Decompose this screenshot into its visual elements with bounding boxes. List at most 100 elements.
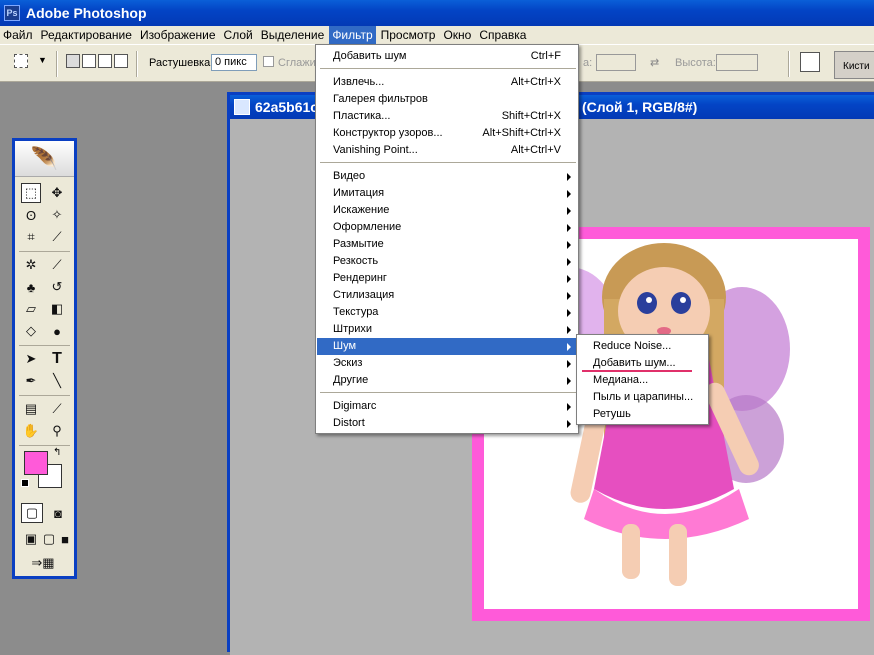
line-icon[interactable]: ╲ <box>47 371 67 391</box>
hand-icon[interactable]: ✋ <box>21 421 41 441</box>
divider <box>19 445 70 446</box>
submenu-arrow-icon <box>567 173 571 181</box>
crop-icon[interactable]: ⌗ <box>21 227 41 247</box>
screen-mode-full-icon[interactable]: ■ <box>55 529 75 549</box>
filter-liquify[interactable]: Пластика... Shift+Ctrl+X <box>317 108 577 125</box>
submenu-arrow-icon <box>567 207 571 215</box>
eraser-icon[interactable]: ▱ <box>21 299 41 319</box>
filter-stylize[interactable]: Стилизация <box>317 287 577 304</box>
intersect-selection-icon[interactable] <box>114 54 128 68</box>
noise-dust-scratches[interactable]: Пыль и царапины... <box>578 389 707 406</box>
path-select-icon[interactable]: ➤ <box>21 349 41 369</box>
height-input[interactable] <box>716 54 758 71</box>
antialias-checkbox[interactable] <box>263 56 274 67</box>
filter-texture[interactable]: Текстура <box>317 304 577 321</box>
dodge-icon[interactable]: ● <box>47 321 67 341</box>
quick-mask-icon[interactable]: ◙ <box>47 503 69 523</box>
filter-last-add-noise[interactable]: Добавить шум Ctrl+F <box>317 48 577 65</box>
jump-to-imageready-icon[interactable]: ⇒▦ <box>25 553 61 573</box>
divider <box>19 345 70 346</box>
filter-sketch[interactable]: Эскиз <box>317 355 577 372</box>
marquee-icon[interactable]: ⬚ <box>21 183 41 203</box>
noise-despeckle[interactable]: Ретушь <box>578 406 707 423</box>
history-brush-icon[interactable]: ↺ <box>47 277 67 297</box>
menu-window[interactable]: Окно <box>440 26 474 44</box>
filter-render[interactable]: Рендеринг <box>317 270 577 287</box>
filter-digimarc[interactable]: Digimarc <box>317 398 577 415</box>
noise-median[interactable]: Медиана... <box>578 372 707 389</box>
divider <box>19 251 70 252</box>
app-title: Adobe Photoshop <box>26 5 147 21</box>
filter-design[interactable]: Оформление <box>317 219 577 236</box>
type-icon[interactable]: T <box>47 349 67 369</box>
filter-distort[interactable]: Искажение <box>317 202 577 219</box>
healing-icon[interactable]: ✲ <box>21 255 41 275</box>
filter-pattern-maker[interactable]: Конструктор узоров... Alt+Shift+Ctrl+X <box>317 125 577 142</box>
pen-icon[interactable]: ✒ <box>21 371 41 391</box>
file-browser-icon[interactable] <box>800 52 820 72</box>
filter-artistic[interactable]: Имитация <box>317 185 577 202</box>
submenu-arrow-icon <box>567 275 571 283</box>
divider <box>56 51 58 77</box>
filter-blur[interactable]: Размытие <box>317 236 577 253</box>
stamp-icon[interactable]: ♣ <box>21 277 41 297</box>
standard-mode-icon[interactable]: ▢ <box>21 503 43 523</box>
menu-layer[interactable]: Слой <box>221 26 256 44</box>
menu-file[interactable]: Файл <box>0 26 36 44</box>
default-colors-icon[interactable] <box>21 479 29 487</box>
eyedropper-icon[interactable]: ⟋ <box>47 399 67 419</box>
filter-menu: Добавить шум Ctrl+F Извлечь... Alt+Ctrl+X … <box>315 44 579 434</box>
marquee-preset-icon[interactable] <box>14 54 28 68</box>
gradient-icon[interactable]: ◧ <box>47 299 67 319</box>
filter-extract[interactable]: Извлечь... Alt+Ctrl+X <box>317 74 577 91</box>
filter-gallery[interactable]: Галерея фильтров <box>317 91 577 108</box>
notes-icon[interactable]: ▤ <box>21 399 41 419</box>
filter-noise[interactable]: Шум <box>317 338 577 355</box>
subtract-selection-icon[interactable] <box>98 54 112 68</box>
height-label: Высота: <box>675 57 716 69</box>
filter-vanishing-point[interactable]: Vanishing Point... Alt+Ctrl+V <box>317 142 577 159</box>
menu-edit[interactable]: Редактирование <box>38 26 135 44</box>
divider <box>19 395 70 396</box>
menu-select[interactable]: Выделение <box>258 26 328 44</box>
add-selection-icon[interactable] <box>82 54 96 68</box>
filter-video[interactable]: Видео <box>317 168 577 185</box>
document-title-right: (Слой 1, RGB/8#) <box>582 99 698 115</box>
brushes-tab[interactable]: Кисти <box>834 51 874 79</box>
filter-brush-strokes[interactable]: Штрихи <box>317 321 577 338</box>
menu-filter[interactable]: Фильтр <box>329 26 376 44</box>
move-icon[interactable]: ✥ <box>47 183 67 203</box>
lasso-icon[interactable]: ʘ <box>21 205 41 225</box>
toolbox: 🪶 ⬚ ✥ ʘ ✧ ⌗ ⟋ ✲ ⟋ ♣ ↺ ▱ ◧ ◇ ● ➤ T ✒ ╲ ▤ … <box>12 138 77 579</box>
noise-reduce-noise[interactable]: Reduce Noise... <box>578 338 707 355</box>
submenu-arrow-icon <box>567 309 571 317</box>
menu-separator <box>320 392 576 394</box>
filter-other[interactable]: Другие <box>317 372 577 389</box>
blur-icon[interactable]: ◇ <box>21 321 41 341</box>
menu-separator <box>320 162 576 164</box>
brush-icon[interactable]: ⟋ <box>47 255 67 275</box>
swap-colors-icon[interactable]: ↰ <box>53 447 61 458</box>
menu-image[interactable]: Изображение <box>137 26 219 44</box>
preset-dropdown-arrow-icon[interactable]: ▼ <box>38 55 47 65</box>
submenu-arrow-icon <box>567 403 571 411</box>
menu-separator <box>320 68 576 70</box>
divider <box>136 51 138 77</box>
feather-icon: 🪶 <box>15 141 74 177</box>
document-icon <box>234 99 250 115</box>
document-title-left: 62a5b61c <box>255 99 319 115</box>
width-input[interactable] <box>596 54 636 71</box>
filter-distort-plugin[interactable]: Distort <box>317 415 577 432</box>
submenu-arrow-icon <box>567 224 571 232</box>
screen-mode-standard-icon[interactable]: ▣ <box>21 529 41 549</box>
zoom-icon[interactable]: ⚲ <box>47 421 67 441</box>
feather-input[interactable]: 0 пикс <box>211 54 257 71</box>
magic-wand-icon[interactable]: ✧ <box>47 205 67 225</box>
foreground-color-swatch[interactable] <box>24 451 48 475</box>
menu-help[interactable]: Справка <box>476 26 529 44</box>
menu-view[interactable]: Просмотр <box>378 26 439 44</box>
filter-sharpen[interactable]: Резкость <box>317 253 577 270</box>
new-selection-icon[interactable] <box>66 54 80 68</box>
swap-icon[interactable]: ⇄ <box>650 56 659 69</box>
slice-icon[interactable]: ⟋ <box>47 227 67 247</box>
